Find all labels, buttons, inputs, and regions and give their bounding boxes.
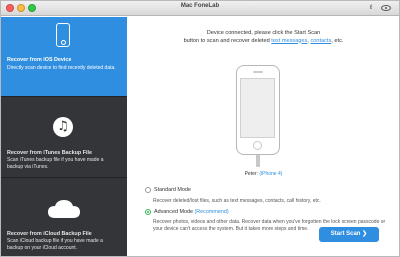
info-line-2: button to scan and recover deleted [183,37,272,44]
device-name: Peter [244,171,257,177]
sidebar: Recover from iOS Device Directly scan de… [1,17,127,256]
device-label: Peter: (iPhone 4) [244,171,283,177]
sidebar-item-title: Recover from iOS Device [7,57,72,63]
phone-icon [56,23,70,47]
connection-message: Device connected, please click the Start… [127,30,399,45]
sidebar-item-title: Recover from iTunes Backup File [7,150,92,156]
speaker-icon [253,71,263,73]
itunes-icon [53,117,73,137]
device-screen [240,78,275,138]
cable-icon [256,155,260,167]
sidebar-item-ios-device[interactable]: Recover from iOS Device Directly scan de… [1,17,127,97]
info-suffix: , etc. [331,37,344,44]
home-button-icon [253,141,262,150]
start-scan-button[interactable]: Start Scan ❯ [319,227,379,242]
device-model: (iPhone 4) [259,171,283,177]
advanced-mode-text: Advanced Mode [154,209,193,215]
advanced-mode-radio[interactable] [145,209,151,215]
standard-mode-desc: Recover deleted/lost files, such as text… [153,198,321,204]
sidebar-item-desc: Directly scan device to find recently de… [7,65,116,71]
device-illustration [236,65,280,155]
advanced-mode-label: Advanced Mode (Recommend) [154,209,229,215]
sidebar-item-desc: Scan iTunes backup file if you have made… [7,157,104,170]
standard-mode-radio[interactable] [145,187,151,193]
standard-mode-label: Standard Mode [154,187,191,193]
title-bar: Mac FoneLab f [1,1,399,16]
main-panel: Device connected, please click the Start… [127,17,399,256]
recommend-tag: (Recommend) [194,209,229,215]
contacts-link[interactable]: contacts [310,38,331,44]
cloud-icon [48,200,80,218]
eye-icon[interactable] [381,5,391,11]
sidebar-item-itunes-backup[interactable]: Recover from iTunes Backup File Scan iTu… [1,97,127,178]
text-messages-link[interactable]: text messages [271,38,307,44]
sidebar-item-title: Recover from iCloud Backup File [7,231,92,237]
window-title: Mac FoneLab [180,3,220,9]
app-window: Mac FoneLab f Recover from iOS Device Di… [0,0,400,257]
sidebar-item-icloud-backup[interactable]: Recover from iCloud Backup File Scan iCl… [1,178,127,256]
info-line-1: Device connected, please click the Start… [206,30,321,36]
sidebar-item-desc: Scan iCloud backup file if you have made… [7,238,103,251]
arrow-right-icon: ❯ [362,231,368,237]
facebook-icon[interactable]: f [370,4,372,12]
start-scan-label: Start Scan [330,231,361,237]
